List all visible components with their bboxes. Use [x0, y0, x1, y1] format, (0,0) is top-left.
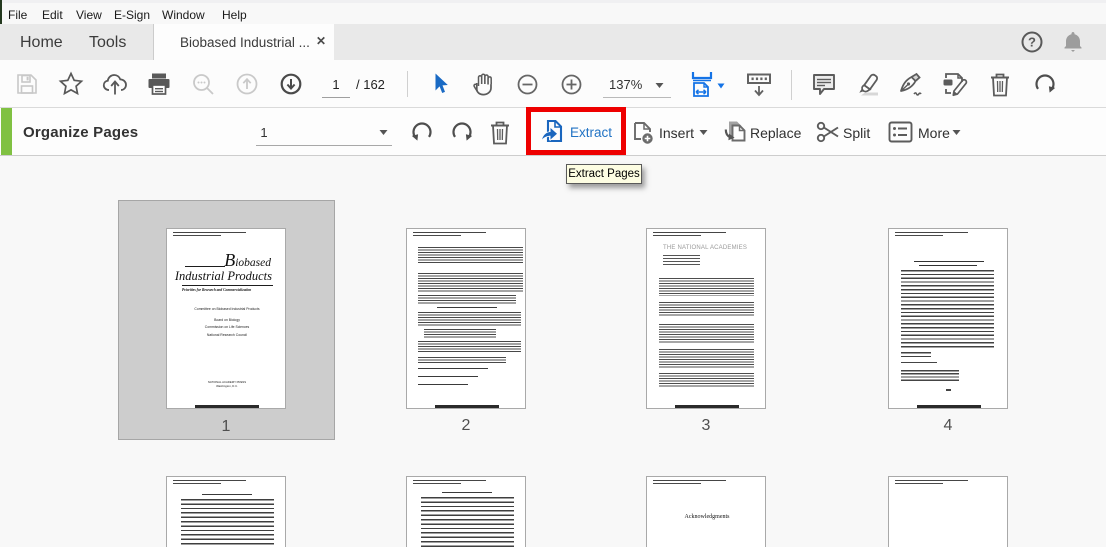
svg-text:?: ?: [1028, 35, 1036, 50]
